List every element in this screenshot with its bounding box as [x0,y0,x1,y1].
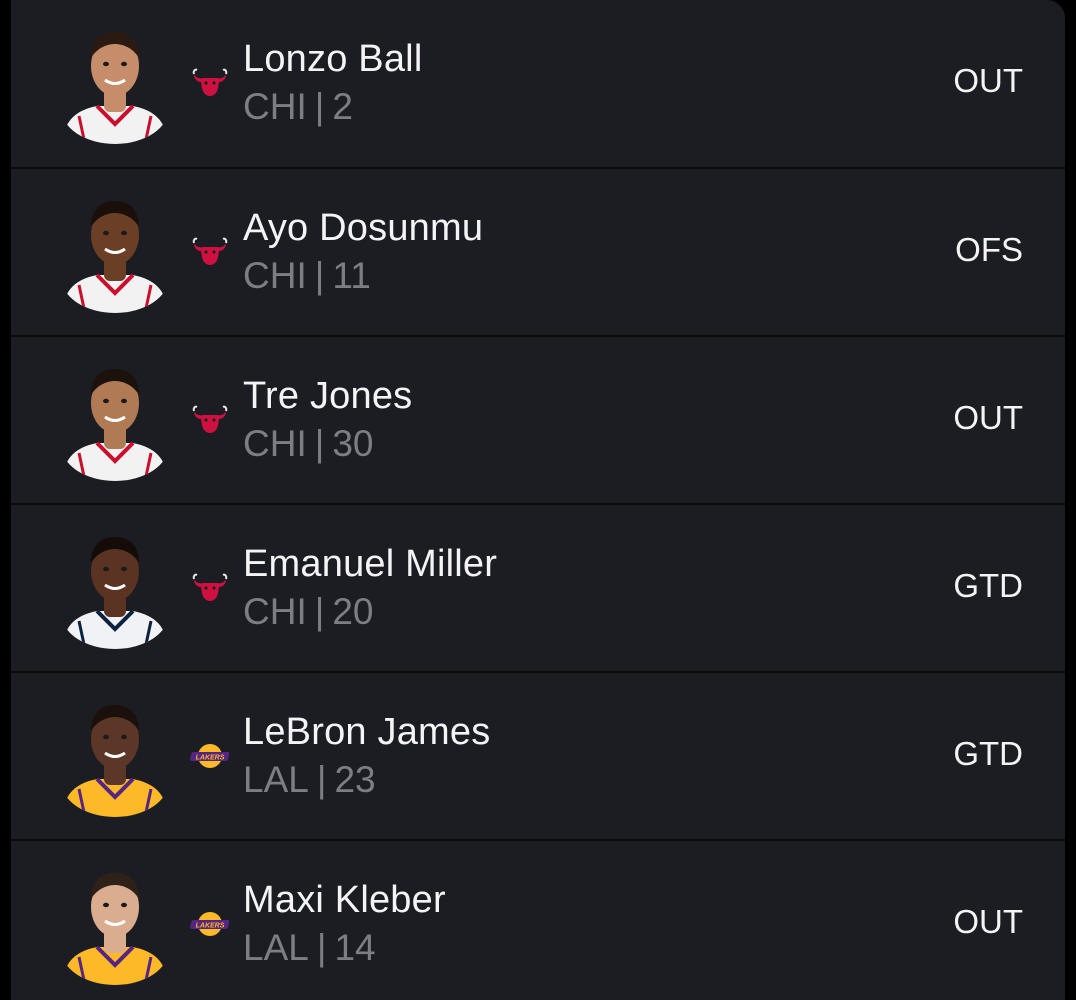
separator: | [314,591,325,632]
player-team-number: CHI | 30 [243,423,374,465]
player-row-tre-jones[interactable]: Tre Jones CHI | 30 OUT [11,337,1065,505]
bulls-logo-icon [190,68,230,98]
player-team: LAL [243,759,309,800]
separator: | [314,423,325,464]
bulls-logo-icon [190,237,230,267]
injury-list: Lonzo Ball CHI | 2 OUT Ayo Dosunmu CHI |… [11,0,1065,1000]
player-avatar [61,193,169,313]
player-avatar [61,865,169,985]
player-name: Ayo Dosunmu [243,207,484,249]
lakers-logo-icon: LAKERS [190,741,230,771]
svg-text:LAKERS: LAKERS [196,755,225,762]
player-team: CHI [243,86,307,127]
player-team: CHI [243,255,307,296]
player-name: LeBron James [243,711,491,753]
separator: | [316,759,327,800]
injury-status-label: GTD [953,735,1023,772]
player-avatar [61,24,169,144]
player-avatar [61,529,169,649]
injury-status-label: OFS [955,231,1023,268]
player-name: Emanuel Miller [243,543,498,585]
svg-text:LAKERS: LAKERS [196,923,225,930]
player-number: 23 [334,759,376,800]
player-name: Maxi Kleber [243,879,446,921]
separator: | [316,927,327,968]
player-row-emanuel-miller[interactable]: Emanuel Miller CHI | 20 GTD [11,505,1065,673]
lakers-logo-icon: LAKERS [190,909,230,939]
player-team-number: LAL | 23 [243,759,376,801]
separator: | [314,86,325,127]
player-avatar [61,361,169,481]
player-team-number: CHI | 20 [243,591,374,633]
player-row-lonzo-ball[interactable]: Lonzo Ball CHI | 2 OUT [11,0,1065,169]
injury-status-label: OUT [953,903,1023,940]
injury-status-label: GTD [953,567,1023,604]
player-number: 11 [332,255,371,296]
player-row-maxi-kleber[interactable]: LAKERS Maxi Kleber LAL | 14 OUT [11,841,1065,1000]
player-team: LAL [243,927,309,968]
bulls-logo-icon [190,405,230,435]
player-number: 30 [332,423,374,464]
injury-status-label: OUT [953,399,1023,436]
player-name: Tre Jones [243,375,413,417]
player-row-ayo-dosunmu[interactable]: Ayo Dosunmu CHI | 11 OFS [11,169,1065,337]
player-team: CHI [243,423,307,464]
bulls-logo-icon [190,573,230,603]
player-team: CHI [243,591,307,632]
player-name: Lonzo Ball [243,38,423,80]
player-number: 2 [332,86,353,127]
player-number: 14 [334,927,376,968]
player-row-lebron-james[interactable]: LAKERS LeBron James LAL | 23 GTD [11,673,1065,841]
player-team-number: CHI | 2 [243,86,353,128]
player-rows: Lonzo Ball CHI | 2 OUT Ayo Dosunmu CHI |… [11,0,1065,1000]
player-team-number: LAL | 14 [243,927,376,969]
separator: | [314,255,325,296]
player-avatar [61,697,169,817]
player-team-number: CHI | 11 [243,255,371,297]
player-number: 20 [332,591,374,632]
injury-status-label: OUT [953,62,1023,99]
